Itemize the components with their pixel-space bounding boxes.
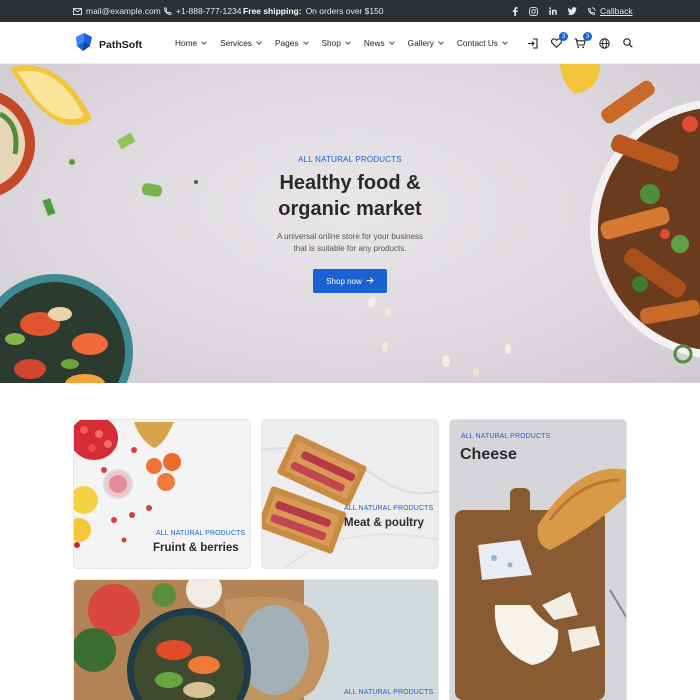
hero-eyebrow: ALL NATURAL PRODUCTS — [298, 155, 402, 164]
email-text: mail@example.com — [86, 6, 161, 16]
header-actions: 3 3 — [526, 22, 634, 64]
card-eyebrow: ALL NATURAL PRODUCTS — [461, 433, 551, 440]
shop-now-button[interactable]: Shop now — [313, 269, 387, 293]
chevron-down-icon — [256, 39, 262, 45]
hero-banner: ALL NATURAL PRODUCTS Healthy food & orga… — [0, 64, 700, 383]
hero-title-line1: Healthy food & — [279, 172, 421, 194]
nav-news[interactable]: News — [363, 38, 395, 48]
callback-phone-icon — [587, 6, 596, 16]
nav-pages[interactable]: Pages — [274, 38, 309, 48]
card-eyebrow: ALL NATURAL PRODUCTS — [344, 689, 434, 696]
card-eyebrow: ALL NATURAL PRODUCTS — [344, 505, 434, 512]
instagram-icon[interactable] — [529, 6, 538, 16]
top-bar: mail@example.com +1-888-777-1234 Free sh… — [0, 0, 700, 22]
linkedin-icon[interactable] — [549, 7, 557, 15]
logo-icon — [74, 32, 93, 57]
nav-gallery[interactable]: Gallery — [407, 38, 444, 48]
nav-label: Home — [175, 38, 198, 48]
hero-title-line2: organic market — [278, 198, 422, 220]
shipping-text: On orders over $150 — [305, 6, 384, 16]
shipping-label: Free shipping: — [243, 6, 302, 16]
wishlist-button[interactable]: 3 — [550, 32, 568, 49]
nav-label: Gallery — [407, 38, 434, 48]
callback-link[interactable]: Callback — [587, 0, 633, 22]
arrow-right-icon — [366, 276, 374, 286]
card-title: Cheese — [460, 446, 517, 463]
card-eyebrow: ALL NATURAL PRODUCTS — [156, 530, 246, 537]
phone-text: +1-888-777-1234 — [176, 6, 242, 16]
chevron-down-icon — [502, 39, 508, 45]
main-header: PathSoft Home Services Pages Shop News G… — [0, 22, 700, 64]
hero-title: Healthy food & organic market — [0, 170, 700, 222]
nav-shop[interactable]: Shop — [321, 38, 351, 48]
nav-contact[interactable]: Contact Us — [456, 38, 508, 48]
category-card-cheese[interactable]: ALL NATURAL PRODUCTS Cheese — [449, 419, 627, 700]
nav-label: News — [363, 38, 385, 48]
logo-text: PathSoft — [99, 38, 143, 51]
mail-icon — [73, 7, 82, 15]
wishlist-count-badge: 3 — [559, 32, 568, 41]
nav-services[interactable]: Services — [220, 38, 262, 48]
twitter-icon[interactable] — [568, 7, 577, 15]
category-card-fruits[interactable]: ALL NATURAL PRODUCTS Fruint & berries — [73, 419, 251, 569]
phone-contact[interactable]: +1-888-777-1234 — [163, 0, 241, 22]
meat-image — [262, 420, 438, 568]
card-title: Fruint & berries — [153, 542, 239, 554]
nav-label: Pages — [274, 38, 299, 48]
hero-subtitle: A universal online store for your busine… — [250, 231, 450, 255]
hero-subtitle-line1: A universal online store for your busine… — [277, 232, 423, 241]
hero-subtitle-line2: that is suitable for any products. — [293, 244, 407, 253]
search-icon[interactable] — [622, 37, 634, 49]
nav-label: Contact Us — [456, 38, 498, 48]
globe-icon[interactable] — [598, 37, 610, 49]
phone-icon — [163, 7, 172, 16]
email-contact[interactable]: mail@example.com — [73, 0, 161, 22]
nav-label: Services — [220, 38, 252, 48]
cart-button[interactable]: 3 — [574, 32, 592, 49]
chevron-down-icon — [388, 39, 395, 45]
chevron-down-icon — [302, 39, 309, 45]
card-title: Meat & poultry — [344, 517, 424, 529]
main-nav: Home Services Pages Shop News Gallery Co… — [175, 22, 521, 64]
hero-food-image — [0, 64, 700, 383]
chevron-down-icon — [201, 39, 207, 45]
nav-home[interactable]: Home — [175, 38, 207, 48]
callback-text: Callback — [600, 6, 633, 16]
facebook-icon[interactable] — [512, 6, 518, 16]
chevron-down-icon — [345, 39, 351, 45]
category-card-meat[interactable]: ALL NATURAL PRODUCTS Meat & poultry — [261, 419, 439, 569]
login-icon[interactable] — [526, 37, 538, 49]
shop-now-label: Shop now — [326, 276, 362, 286]
social-links — [512, 0, 577, 22]
cart-count-badge: 3 — [583, 32, 592, 41]
salads-image — [74, 580, 438, 700]
category-card-salads[interactable]: ALL NATURAL PRODUCTS — [73, 579, 439, 700]
nav-label: Shop — [321, 38, 341, 48]
logo[interactable]: PathSoft — [74, 32, 142, 57]
shipping-notice: Free shipping: On orders over $150 — [243, 0, 384, 22]
chevron-down-icon — [438, 39, 444, 45]
